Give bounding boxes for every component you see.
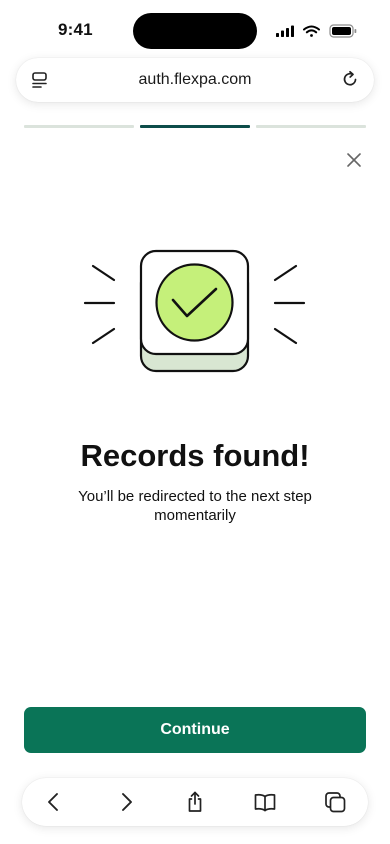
burst-lines-left [83, 264, 116, 345]
dynamic-island [133, 13, 257, 49]
status-bar: 9:41 [0, 0, 390, 58]
burst-lines-right [273, 264, 306, 345]
share-icon[interactable] [183, 790, 207, 814]
page-subtitle: You’ll be redirected to the next step mo… [78, 488, 312, 524]
url-text[interactable]: auth.flexpa.com [16, 71, 374, 89]
phone-screen: 9:41 auth.flexpa.com Records found! You’… [0, 0, 390, 844]
wifi-icon [303, 25, 320, 37]
page-title: Records found! [80, 438, 310, 473]
step-progress [24, 125, 366, 128]
tabs-icon[interactable] [323, 790, 347, 814]
records-found-illustration [83, 249, 306, 373]
battery-icon [329, 24, 357, 38]
status-time: 9:41 [58, 20, 93, 39]
progress-step-1 [24, 125, 134, 128]
address-bar[interactable]: auth.flexpa.com [16, 58, 374, 102]
back-icon[interactable] [42, 790, 66, 814]
continue-button[interactable]: Continue [24, 707, 366, 753]
check-circle [155, 263, 234, 342]
progress-step-3 [256, 125, 366, 128]
browser-toolbar [22, 778, 368, 826]
close-icon[interactable] [342, 148, 366, 172]
progress-step-2-active [140, 125, 250, 128]
bookmarks-icon[interactable] [253, 790, 277, 814]
reload-icon[interactable] [340, 69, 360, 89]
forward-icon[interactable] [114, 790, 138, 814]
signal-icon [276, 25, 294, 37]
status-icons [276, 24, 357, 38]
